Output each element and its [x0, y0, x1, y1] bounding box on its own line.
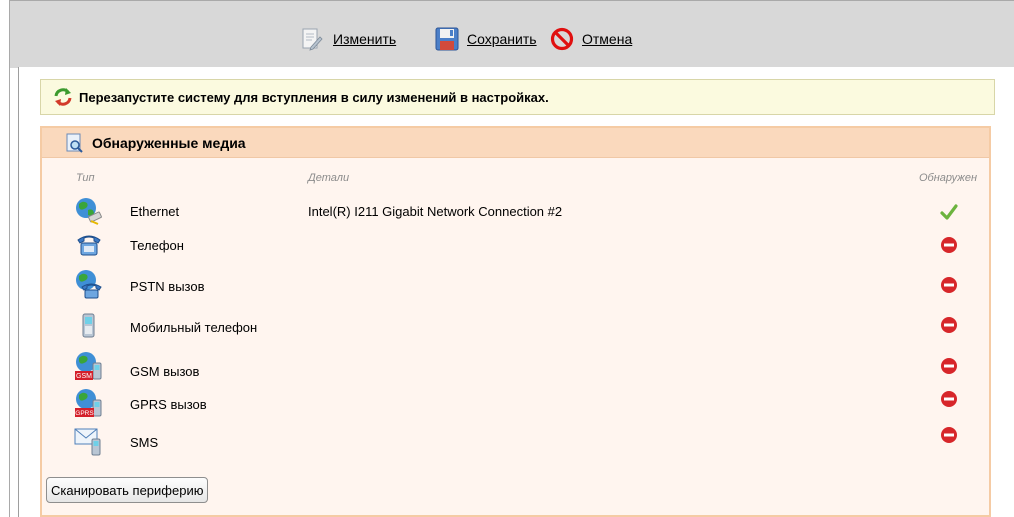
cancel-label: Отмена: [582, 31, 633, 47]
not-detected-icon: [941, 391, 957, 407]
sms-icon: [74, 428, 101, 456]
column-details: Детали: [308, 172, 350, 184]
not-detected-icon: [941, 237, 957, 253]
column-detected: Обнаружен: [919, 172, 978, 184]
media-name: SMS: [130, 435, 159, 450]
save-label: Сохранить: [467, 31, 537, 47]
media-name: GPRS вызов: [130, 397, 207, 412]
save-button[interactable]: Сохранить: [435, 27, 537, 51]
panel-title: Обнаруженные медиа: [92, 134, 246, 151]
media-name: Телефон: [130, 238, 184, 253]
not-detected-icon: [941, 277, 957, 293]
cancel-icon: [550, 27, 574, 51]
table-row: Телефон: [42, 230, 989, 260]
cancel-button[interactable]: Отмена: [550, 27, 632, 51]
table-row: PSTN вызов: [42, 269, 989, 299]
telephone-icon: [77, 235, 101, 256]
save-icon: [435, 27, 459, 51]
check-icon: [940, 204, 958, 220]
ethernet-icon: [76, 198, 102, 225]
media-details: Intel(R) I211 Gigabit Network Connection…: [308, 204, 563, 219]
scan-peripherals-button[interactable]: Сканировать периферию: [46, 477, 209, 503]
gsm-badge: GSM: [76, 373, 92, 380]
gsm-icon: GSM: [75, 352, 102, 380]
table-row: GPRS GPRS вызов: [42, 388, 989, 418]
edit-button[interactable]: Изменить: [301, 27, 396, 51]
gprs-icon: GPRS: [75, 389, 102, 417]
gprs-badge: GPRS: [75, 410, 94, 417]
refresh-icon: [54, 88, 72, 106]
media-search-icon: [66, 133, 83, 153]
media-name: Мобильный телефон: [130, 320, 258, 335]
pstn-icon: [76, 270, 102, 299]
table-row: GSM GSM вызов: [42, 351, 989, 381]
not-detected-icon: [941, 427, 957, 443]
media-name: PSTN вызов: [130, 279, 205, 294]
media-name: GSM вызов: [130, 364, 200, 379]
edit-label: Изменить: [333, 31, 397, 47]
column-type: Тип: [76, 172, 95, 184]
notice-text: Перезапустите систему для вступления в с…: [79, 89, 549, 105]
table-row: SMS: [42, 426, 989, 456]
mobile-phone-icon: [82, 313, 95, 338]
panel-header: Обнаруженные медиа: [42, 128, 989, 158]
restart-notice: Перезапустите систему для вступления в с…: [40, 79, 995, 115]
table-row: Мобильный телефон: [42, 311, 989, 341]
not-detected-icon: [941, 317, 957, 333]
toolbar: Изменить Сохранить Отмена: [9, 0, 1014, 68]
media-name: Ethernet: [130, 204, 180, 219]
edit-icon: [302, 28, 323, 51]
not-detected-icon: [941, 358, 957, 374]
left-border: [9, 67, 10, 517]
detected-media-panel: Обнаруженные медиа Тип Детали Обнаружен …: [40, 126, 991, 517]
table-row: Ethernet Intel(R) I211 Gigabit Network C…: [42, 196, 989, 226]
